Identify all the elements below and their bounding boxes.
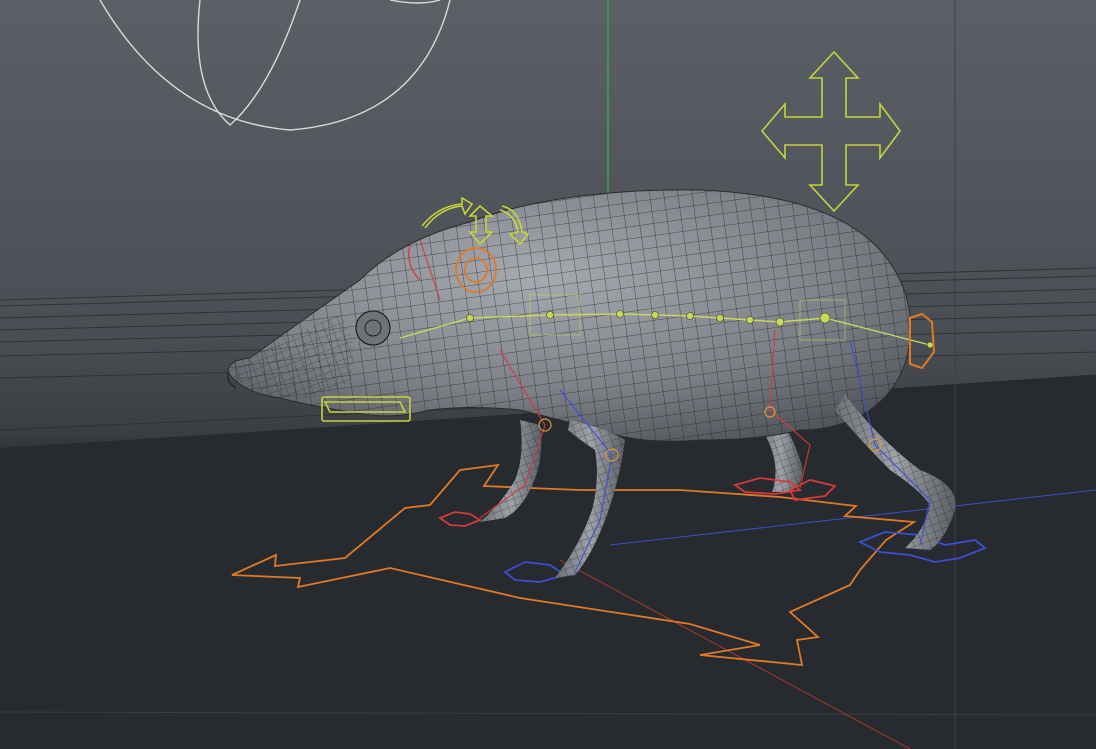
3d-viewport[interactable] bbox=[0, 0, 1096, 749]
viewport-canvas[interactable] bbox=[0, 0, 1096, 749]
eye bbox=[355, 310, 391, 346]
